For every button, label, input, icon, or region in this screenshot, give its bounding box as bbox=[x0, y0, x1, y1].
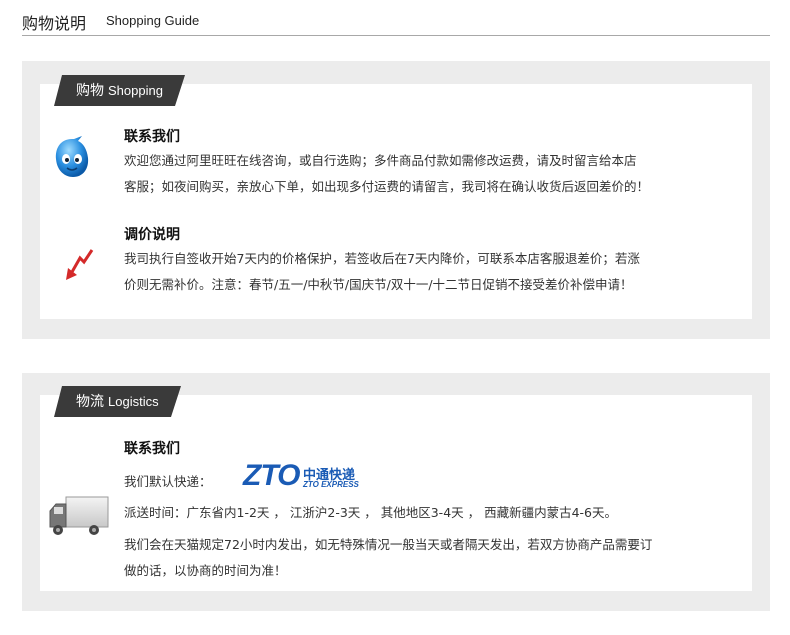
truck-icon bbox=[49, 496, 109, 535]
page-title: 购物说明 bbox=[22, 14, 87, 33]
logistics-heading: 联系我们 bbox=[124, 441, 180, 457]
contact-heading: 联系我们 bbox=[124, 129, 180, 145]
contact-line-2: 客服；如夜间购买，亲放心下单，如出现多付运费的请留言，我司将在确认收货后返回差价… bbox=[124, 179, 650, 194]
shipping-line-1: 我们会在天猫规定72小时内发出，如无特殊情况一般当天或者隔天发出，若双方协商产品… bbox=[124, 537, 653, 552]
page-header: 购物说明 Shopping Guide bbox=[22, 8, 770, 36]
tab-shopping-cn: 购物 bbox=[76, 83, 104, 99]
zto-logo-mark: ZTO bbox=[243, 459, 300, 492]
default-courier-label: 我们默认快递： bbox=[124, 474, 212, 489]
contact-text: 欢迎您通过阿里旺旺在线咨询，或自行选购；多件商品付款如需修改运费，请及时留言给本… bbox=[124, 148, 754, 200]
delivery-time-text: 派送时间：广东省内1-2天 ， 江浙沪2-3天 ， 其他地区3-4天 ， 西藏新… bbox=[124, 505, 618, 520]
tab-logistics: 物流 Logistics bbox=[54, 386, 181, 417]
tab-logistics-en: Logistics bbox=[108, 394, 159, 409]
tab-shopping: 购物 Shopping bbox=[54, 75, 185, 106]
tab-logistics-cn: 物流 bbox=[76, 394, 104, 410]
price-line-2: 价则无需补价。注意：春节/五一/中秋节/国庆节/双十一/十二节日促销不接受差价补… bbox=[124, 277, 633, 292]
price-heading: 调价说明 bbox=[124, 227, 180, 243]
price-down-arrow-icon bbox=[66, 249, 94, 280]
wangwang-icon bbox=[55, 136, 89, 177]
price-text: 我司执行自签收开始7天内的价格保护，若签收后在7天内降价，可联系本店客服退差价；… bbox=[124, 246, 754, 298]
page-subtitle: Shopping Guide bbox=[106, 13, 200, 28]
contact-line-1: 欢迎您通过阿里旺旺在线咨询，或自行选购；多件商品付款如需修改运费，请及时留言给本… bbox=[124, 153, 637, 168]
zto-logo-en: ZTO EXPRESS bbox=[303, 480, 359, 489]
shipping-line-2: 做的话，以协商的时间为准！ bbox=[124, 563, 287, 578]
shipping-text: 我们会在天猫规定72小时内发出，如无特殊情况一般当天或者隔天发出，若双方协商产品… bbox=[124, 532, 754, 584]
tab-shopping-en: Shopping bbox=[108, 83, 163, 98]
price-line-1: 我司执行自签收开始7天内的价格保护，若签收后在7天内降价，可联系本店客服退差价；… bbox=[124, 251, 640, 266]
zto-logo: ZTO 中通快递 ZTO EXPRESS bbox=[243, 459, 368, 492]
